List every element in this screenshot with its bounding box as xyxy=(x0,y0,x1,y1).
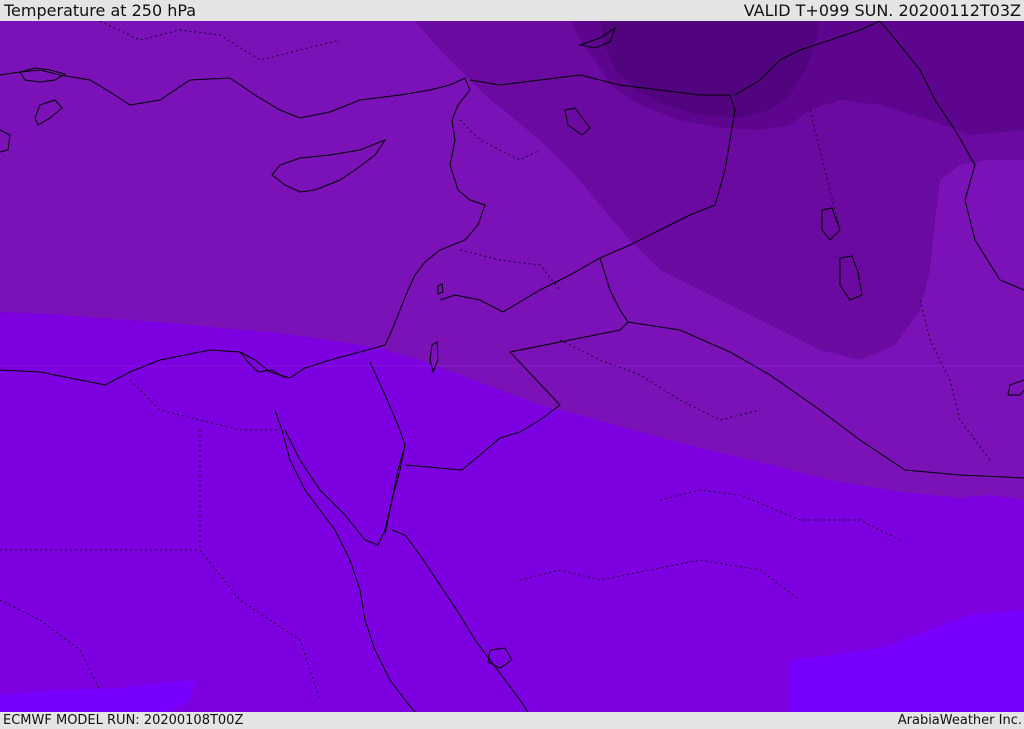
valid-time: VALID T+099 SUN. 20200112T03Z xyxy=(743,1,1021,20)
header-bar: Temperature at 250 hPa VALID T+099 SUN. … xyxy=(0,0,1024,21)
credit: ArabiaWeather Inc. xyxy=(897,713,1022,728)
map-title: Temperature at 250 hPa xyxy=(4,1,197,20)
temperature-map xyxy=(0,21,1024,712)
model-run: ECMWF MODEL RUN: 20200108T00Z xyxy=(3,713,244,728)
map-canvas[interactable] xyxy=(0,21,1024,712)
footer-bar: ECMWF MODEL RUN: 20200108T00Z ArabiaWeat… xyxy=(0,712,1024,729)
